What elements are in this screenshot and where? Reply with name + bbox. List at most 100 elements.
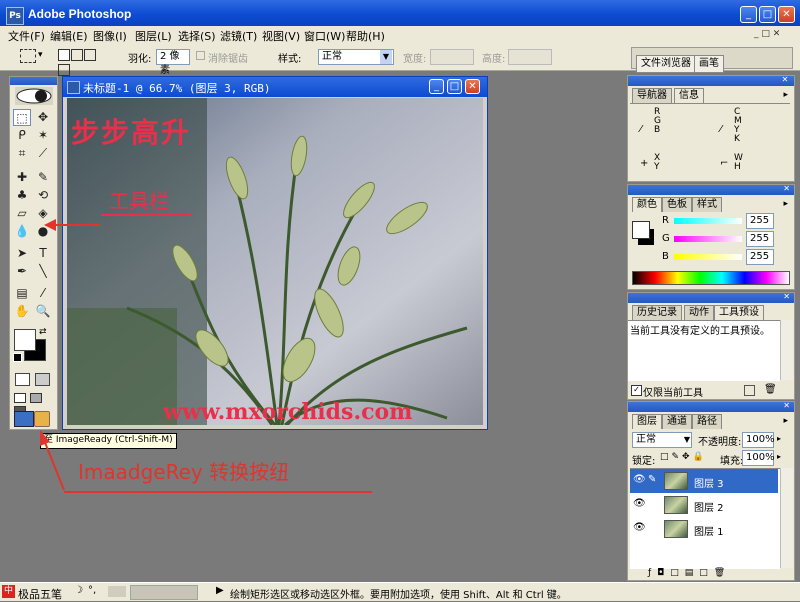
color-spectrum-bar[interactable] [632,271,790,285]
close-icon[interactable]: ✕ [780,75,790,85]
imageready-icon[interactable] [34,411,50,427]
type-tool-icon[interactable]: T [34,245,52,262]
close-icon[interactable]: ✕ [783,292,790,301]
toolbox-title-bar[interactable] [10,77,57,85]
eye-icon[interactable]: 👁 [633,522,646,533]
selection-mode-buttons[interactable] [58,49,106,76]
panel-menu-icon[interactable]: ▸ [783,90,788,100]
new-preset-icon[interactable] [744,385,755,396]
standard-mode-icon[interactable] [15,373,30,386]
close-icon[interactable]: ✕ [783,184,790,193]
panel-menu-icon[interactable]: ▸ [783,199,788,209]
menu-edit[interactable]: 编辑(E) [50,28,88,44]
tab-color[interactable]: 颜色 [632,197,662,212]
brush-tool-icon[interactable]: ✎ [34,169,52,186]
tab-brushes[interactable]: 画笔 [694,55,724,73]
fill-input[interactable]: 100% [742,450,775,466]
blend-mode-select[interactable]: 正常 ▼ [632,432,692,448]
ime-moon-icon[interactable]: ☽ [74,585,83,596]
lasso-tool-icon[interactable]: ᑭ [13,127,31,144]
healing-brush-tool-icon[interactable]: ✚ [13,169,31,186]
chevron-right-icon[interactable]: ▸ [777,434,781,443]
tab-info[interactable]: 信息 [674,88,704,103]
foreground-color-swatch[interactable] [14,329,36,351]
color-fg-swatch[interactable] [632,221,650,239]
crop-tool-icon[interactable]: ⌗ [13,145,31,162]
color-panel-title-bar[interactable] [628,185,794,195]
move-tool-icon[interactable]: ✥ [34,109,52,126]
zoom-box[interactable] [130,585,198,600]
width-input[interactable] [430,49,474,65]
layer-action-buttons[interactable]: ƒ◘□▤□🗑 [648,568,788,578]
marquee-tool-icon[interactable]: ⬚ [13,109,31,126]
trash-icon[interactable]: 🗑 [764,384,777,395]
maximize-button[interactable]: □ [759,6,776,23]
style-select[interactable]: 正常 ▼ [318,49,394,65]
eyedropper-tool-icon[interactable]: ⁄ [34,285,52,302]
line-tool-icon[interactable]: ╲ [34,263,52,280]
tab-history[interactable]: 历史记录 [632,305,682,320]
menu-image[interactable]: 图像(I) [93,28,127,44]
color-g-slider[interactable] [674,236,742,242]
default-colors-icon[interactable] [13,353,22,362]
close-button[interactable]: ✕ [778,6,795,23]
presets-scrollbar[interactable] [780,320,793,380]
magic-wand-tool-icon[interactable]: ✶ [34,127,52,144]
menu-view[interactable]: 视图(V) [262,28,300,44]
doc-maximize-button[interactable]: □ [447,79,462,94]
notes-tool-icon[interactable]: ▤ [13,285,31,302]
imageready-jump-button[interactable] [14,411,34,427]
close-icon[interactable]: ✕ [783,401,790,410]
current-tool-only-checkbox[interactable]: ✓ [631,385,642,396]
opacity-input[interactable]: 100% [742,432,775,448]
antialias-checkbox[interactable] [196,51,205,60]
height-input[interactable] [508,49,552,65]
info-panel-title-bar[interactable] [628,76,794,86]
tab-navigator[interactable]: 导航器 [632,88,672,103]
tab-styles[interactable]: 样式 [692,197,722,212]
tab-actions[interactable]: 动作 [684,305,714,320]
adobe-eye-logo-icon[interactable] [15,87,53,105]
blur-tool-icon[interactable]: 💧 [13,223,31,240]
layers-panel-title-bar[interactable] [628,402,794,412]
eye-icon[interactable]: 👁 [633,474,646,485]
tab-swatches[interactable]: 色板 [662,197,692,212]
tab-tool-presets[interactable]: 工具预设 [714,305,764,320]
menu-filter[interactable]: 滤镜(T) [220,28,257,44]
slice-tool-icon[interactable]: ⟋ [34,145,52,162]
screen-mode-buttons[interactable] [14,393,52,416]
eye-icon[interactable]: 👁 [633,498,646,509]
chevron-down-icon[interactable]: ▾ [38,50,43,60]
zoom-tool-icon[interactable]: 🔍 [34,303,52,320]
layer-row-2[interactable]: 👁 图层 2 [630,493,778,517]
clone-stamp-tool-icon[interactable]: ♣ [13,187,31,204]
lock-options-icons[interactable]: □✎✥🔒 [660,452,707,462]
menu-select[interactable]: 选择(S) [178,28,216,44]
swap-colors-icon[interactable]: ⇄ [39,327,47,337]
tab-layers[interactable]: 图层 [632,414,662,429]
tab-channels[interactable]: 通道 [662,414,692,429]
color-b-slider[interactable] [674,254,742,260]
color-r-slider[interactable] [674,218,742,224]
tab-file-browser[interactable]: 文件浏览器 [636,55,696,73]
tool-presets-title-bar[interactable] [628,293,794,303]
minimize-button[interactable]: _ [740,6,757,23]
feather-input[interactable]: 2 像素 [156,49,190,76]
history-brush-tool-icon[interactable]: ⟲ [34,187,52,204]
layer-row-1[interactable]: 👁 图层 1 [630,517,778,541]
doc-close-button[interactable]: ✕ [465,79,480,94]
hand-tool-icon[interactable]: ✋ [13,303,31,320]
menu-file[interactable]: 文件(F) [8,28,45,44]
dodge-tool-icon[interactable]: ● [34,223,52,240]
chevron-right-icon[interactable]: ▸ [777,452,781,461]
tab-paths[interactable]: 路径 [692,414,722,429]
layer-row-3[interactable]: 👁 ✎ 图层 3 [630,469,778,493]
eraser-tool-icon[interactable]: ▱ [13,205,31,222]
color-g-input[interactable]: 255 [746,231,774,247]
ime-keyboard-icon[interactable] [108,586,126,597]
marquee-preset-icon[interactable] [20,49,36,63]
doc-window-controls[interactable]: _ □ ✕ [754,29,796,41]
paint-bucket-tool-icon[interactable]: ◈ [34,205,52,222]
panel-menu-icon[interactable]: ▸ [783,416,788,426]
pen-tool-icon[interactable]: ✒ [13,263,31,280]
